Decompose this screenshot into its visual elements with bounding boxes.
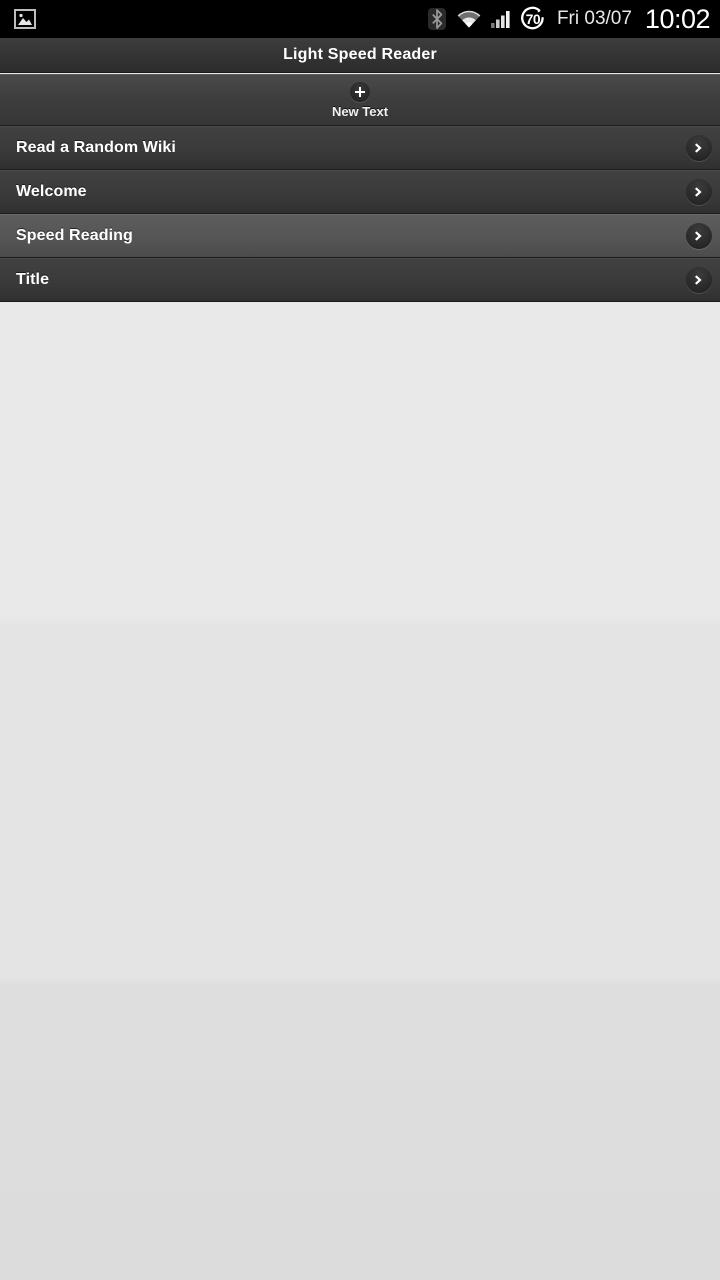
battery-level-text: 70 [525, 11, 541, 27]
status-bar: 70 Fri 03/07 10:02 [0, 0, 720, 38]
plus-icon [350, 82, 370, 102]
bluetooth-icon [427, 7, 446, 31]
wifi-icon [455, 8, 483, 30]
cellular-signal-icon [490, 8, 512, 30]
list-item[interactable]: Title [0, 258, 720, 302]
app-screen: 70 Fri 03/07 10:02 Light Speed Reader Ne… [0, 0, 720, 1280]
status-date: Fri 03/07 [556, 8, 632, 29]
new-text-button[interactable]: New Text [275, 78, 445, 124]
list-item-label: Welcome [16, 183, 87, 200]
new-text-label: New Text [331, 104, 389, 119]
chevron-right-icon[interactable] [686, 135, 712, 161]
list-item[interactable]: Speed Reading [0, 214, 720, 258]
list-item-label: Speed Reading [16, 227, 133, 244]
image-notification-icon [14, 9, 36, 29]
toolbar: New Text [0, 74, 720, 126]
status-clock: 10:02 [644, 3, 711, 34]
list-item-label: Title [16, 271, 50, 288]
chevron-right-icon[interactable] [686, 267, 712, 293]
chevron-right-icon[interactable] [686, 179, 712, 205]
list-item[interactable]: Read a Random Wiki [0, 126, 720, 170]
text-list: Read a Random Wiki Welcome Speed Reading Ti… [0, 126, 720, 302]
list-item-label: Read a Random Wiki [16, 139, 176, 156]
page-title: Light Speed Reader [283, 46, 437, 63]
chevron-right-icon[interactable] [686, 223, 712, 249]
status-bar-notifications [14, 9, 428, 29]
empty-content-area [0, 303, 720, 1280]
battery-circle-icon: 70 [519, 5, 547, 33]
title-bar: Light Speed Reader [0, 38, 720, 73]
status-bar-system-icons: 70 Fri 03/07 10:02 [427, 3, 711, 34]
list-item[interactable]: Welcome [0, 170, 720, 214]
